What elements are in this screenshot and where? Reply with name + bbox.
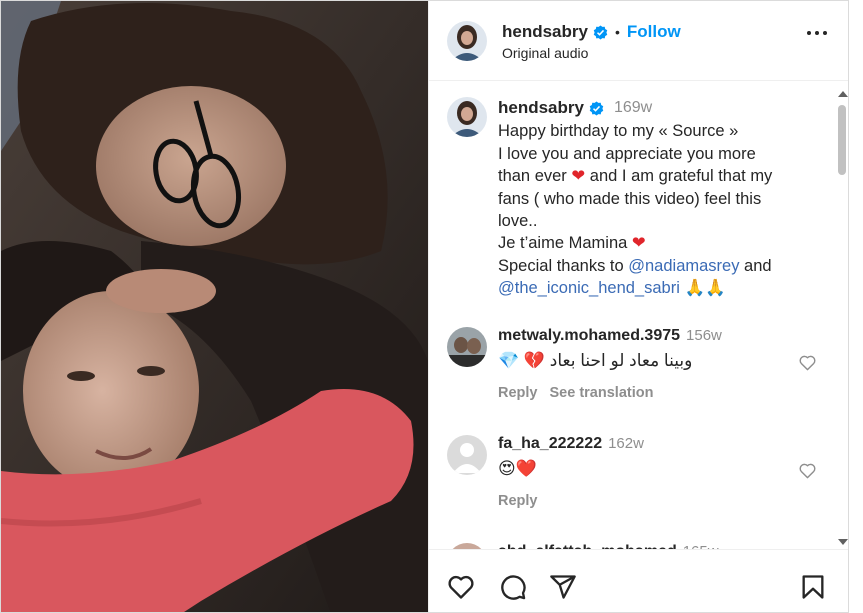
caption-line: Special thanks to @nadiamasrey and	[498, 256, 772, 275]
caption-line: love..	[498, 212, 538, 231]
post-dialog: hendsabry • Follow Original audio hendsa…	[0, 0, 849, 613]
author-avatar[interactable]	[447, 21, 487, 61]
caption-line: @the_iconic_hend_sabri 🙏🙏	[498, 277, 818, 299]
commenter-avatar[interactable]	[447, 327, 487, 367]
heart-outline-icon[interactable]	[798, 461, 817, 480]
reply-button[interactable]: Reply	[498, 385, 538, 401]
separator-dot: •	[614, 24, 620, 40]
mention-link[interactable]: @nadiamasrey	[628, 257, 739, 275]
commenter-username[interactable]: metwaly.mohamed.3975	[498, 327, 680, 345]
comments-list[interactable]: hendsabry 169w Happy birthday to my « So…	[429, 81, 848, 549]
see-translation-button[interactable]: See translation	[550, 385, 654, 401]
share-icon[interactable]	[549, 573, 577, 601]
caption-line: Happy birthday to my « Source »	[498, 122, 739, 141]
heart-emoji-icon: ❤	[631, 234, 646, 253]
post-side-panel: hendsabry • Follow Original audio hendsa…	[428, 1, 848, 612]
caption-line: Je t’aime Mamina ❤	[498, 234, 646, 253]
caption-line: than ever ❤ and I am grateful that my	[498, 167, 773, 186]
pray-emoji-icon: 🙏🙏	[679, 279, 726, 298]
caption-text: Happy birthday to my « Source » I love y…	[498, 120, 818, 299]
author-username[interactable]: hendsabry	[502, 22, 588, 42]
comment-emoji: 💎 💔	[498, 351, 546, 370]
verified-badge-icon	[593, 24, 608, 40]
more-options-icon[interactable]	[807, 31, 827, 35]
caption-line: I love you and appreciate you more	[498, 144, 756, 163]
post-action-bar	[429, 549, 848, 612]
scroll-down-arrow-icon[interactable]	[838, 539, 848, 545]
caption-username[interactable]: hendsabry	[498, 97, 584, 119]
bookmark-icon[interactable]	[799, 573, 827, 601]
mention-link[interactable]: @the_iconic_hend_sabri	[498, 279, 680, 297]
comment-icon[interactable]	[499, 573, 527, 601]
video-frame-image	[1, 1, 428, 612]
comment-text: 😍❤️	[498, 459, 537, 478]
original-audio-link[interactable]: Original audio	[502, 45, 588, 61]
heart-icon[interactable]	[447, 573, 475, 601]
follow-button[interactable]: Follow	[627, 22, 681, 42]
caption-author-avatar[interactable]	[447, 97, 487, 137]
comments-scrollbar[interactable]	[835, 85, 848, 549]
post-media-video[interactable]	[1, 1, 428, 612]
comment-text: 💎 💔 وبينا معاد لو احنا بعاد	[498, 351, 788, 371]
heart-outline-icon[interactable]	[798, 353, 817, 372]
comment-time[interactable]: 156w	[686, 327, 722, 344]
scrollbar-thumb[interactable]	[838, 105, 846, 175]
default-avatar-icon[interactable]	[447, 435, 487, 475]
caption-line: fans ( who made this video) feel this	[498, 189, 762, 208]
reply-button[interactable]: Reply	[498, 493, 538, 509]
heart-emoji-icon: ❤	[571, 167, 586, 186]
comment-time[interactable]: 162w	[608, 435, 644, 452]
comment-arabic-text: وبينا معاد لو احنا بعاد	[549, 351, 693, 370]
scroll-up-arrow-icon[interactable]	[838, 91, 848, 97]
caption-time[interactable]: 169w	[614, 97, 652, 119]
commenter-username[interactable]: fa_ha_222222	[498, 435, 602, 453]
verified-badge-icon	[589, 101, 604, 116]
post-header: hendsabry • Follow Original audio	[429, 1, 848, 81]
